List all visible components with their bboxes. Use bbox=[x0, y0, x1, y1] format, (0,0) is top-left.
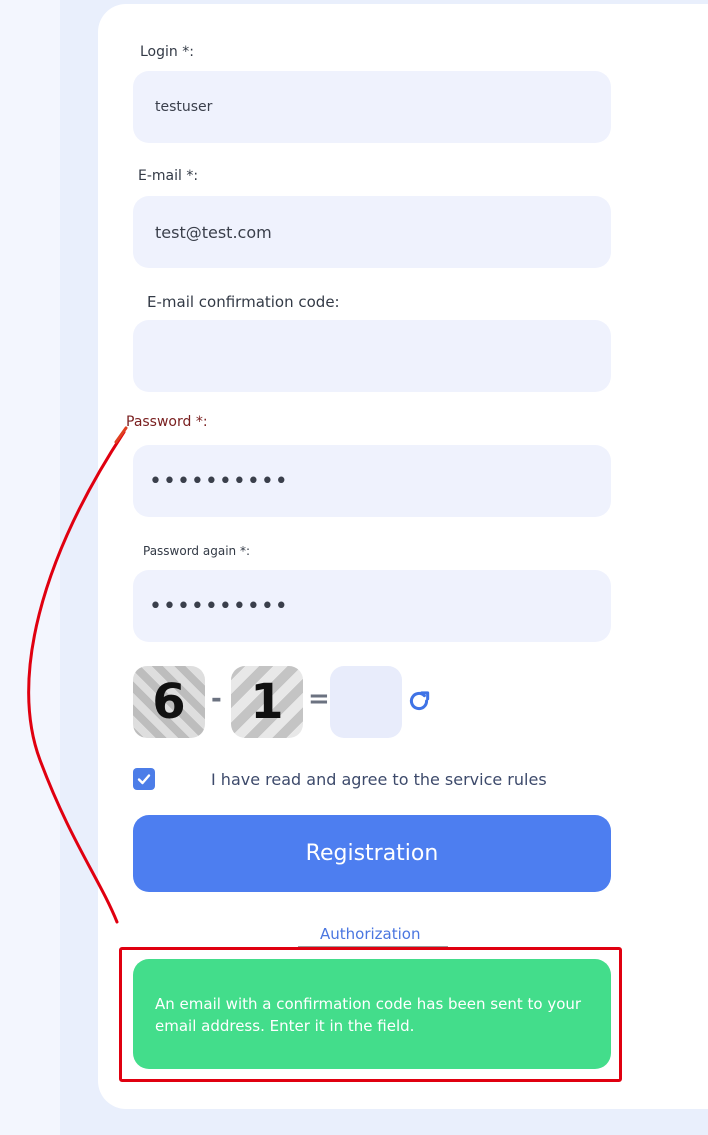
annotation-arrow bbox=[27, 426, 128, 924]
